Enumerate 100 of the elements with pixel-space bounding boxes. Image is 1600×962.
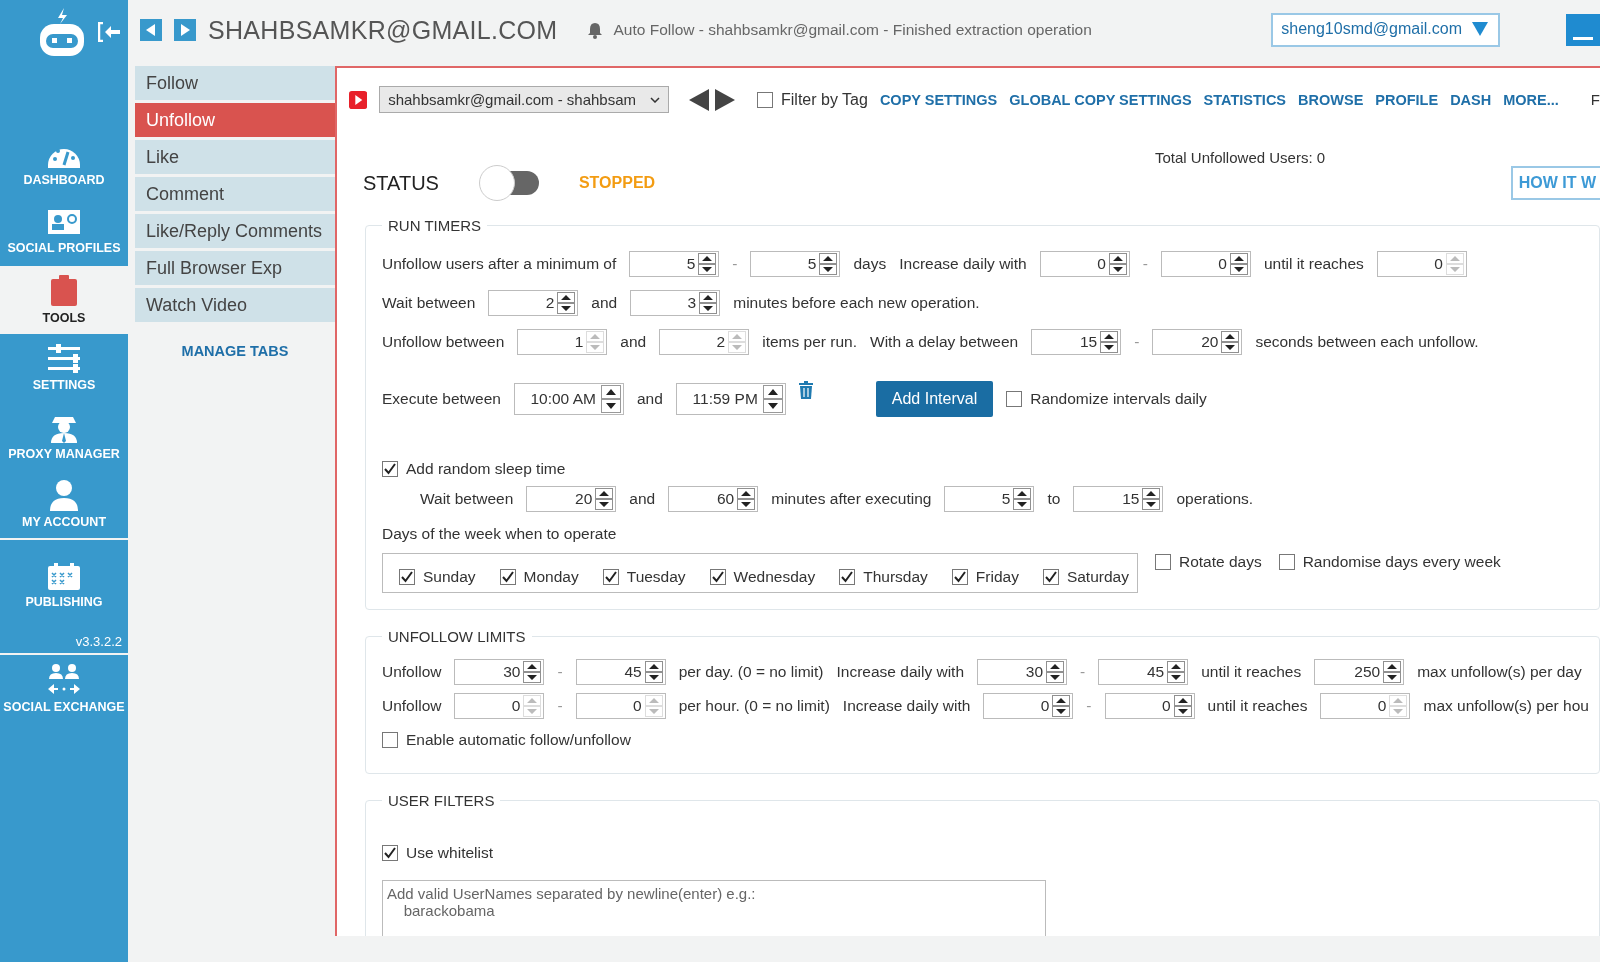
sidebar-item[interactable]: TOOLS — [0, 266, 128, 334]
checkbox[interactable] — [382, 844, 398, 861]
checkbox[interactable] — [1042, 569, 1059, 585]
time-field[interactable]: 11:59 PM — [675, 382, 786, 415]
checkbox[interactable] — [951, 569, 968, 585]
account-dropdown[interactable]: sheng10smd@gmail.com — [1271, 13, 1500, 47]
number-field[interactable]: 0 — [983, 693, 1074, 719]
dropdown-caret-icon — [1472, 22, 1488, 36]
toolbar-link[interactable]: COPY SETTINGS — [879, 91, 998, 108]
checkbox[interactable] — [399, 569, 415, 585]
toolbar-link[interactable]: GLOBAL COPY SETTINGS — [1009, 91, 1192, 108]
number-field[interactable]: 60 — [668, 486, 759, 512]
checkbox[interactable] — [709, 569, 726, 585]
toolbar-link[interactable]: PROFILE — [1375, 91, 1439, 108]
number-field[interactable]: 15 — [1073, 486, 1164, 512]
number-field[interactable]: 5 — [944, 486, 1035, 512]
checkbox-label[interactable]: Saturday — [1066, 568, 1129, 586]
up-down-arrows-icon[interactable] — [1100, 330, 1119, 353]
number-field[interactable]: 0 — [1160, 250, 1251, 277]
up-down-arrows-icon[interactable] — [1013, 488, 1032, 510]
number-field[interactable]: 0 — [1039, 250, 1130, 277]
up-down-arrows-icon[interactable] — [557, 291, 576, 314]
number-field[interactable]: 20 — [1152, 328, 1243, 355]
toolbar-link[interactable]: STATISTICS — [1203, 91, 1287, 108]
number-field[interactable]: 250 — [1314, 659, 1405, 685]
status-toggle[interactable] — [478, 165, 541, 201]
checkbox-label[interactable]: Filter by Tag — [781, 90, 868, 109]
checkbox-label[interactable]: Wednesday — [733, 568, 816, 586]
tab[interactable]: Watch Video — [135, 288, 335, 322]
checkbox[interactable] — [1154, 554, 1171, 570]
toolbar-link[interactable]: BROWSE — [1298, 91, 1364, 108]
checkbox[interactable] — [382, 732, 398, 748]
toolbar-link[interactable]: DASH — [1450, 91, 1492, 108]
tab[interactable]: Unfollow — [135, 103, 335, 137]
checkbox-label[interactable]: Randomise days every week — [1302, 553, 1501, 571]
up-down-arrows-icon[interactable] — [1142, 488, 1161, 510]
up-down-arrows-icon[interactable] — [1173, 695, 1192, 717]
up-down-arrows-icon[interactable] — [1046, 661, 1064, 683]
up-down-arrows-icon[interactable] — [819, 252, 838, 275]
previous-arrow-icon[interactable] — [689, 88, 709, 111]
checkbox-label[interactable]: Thursday — [863, 568, 928, 586]
checkbox-label[interactable]: Add random sleep time — [406, 460, 566, 478]
up-down-arrows-icon[interactable] — [600, 384, 621, 413]
up-down-arrows-icon[interactable] — [1108, 252, 1127, 275]
number-field[interactable]: 3 — [630, 289, 721, 316]
checkbox-label[interactable]: Friday — [975, 568, 1019, 586]
toolbar-link[interactable]: MORE... — [1503, 91, 1559, 108]
number-field[interactable]: 2 — [488, 289, 579, 316]
checkbox[interactable] — [1006, 390, 1023, 407]
checkbox-label[interactable]: Tuesday — [626, 568, 686, 586]
account-select[interactable]: shahbsamkr@gmail.com - shahbsam — [379, 86, 669, 113]
number-field[interactable]: 30 — [977, 659, 1067, 685]
number-field[interactable]: 30 — [454, 659, 545, 685]
section-title: RUN TIMERS — [387, 217, 483, 234]
manage-tabs-link[interactable]: MANAGE TABS — [181, 343, 289, 359]
number-field[interactable]: 20 — [526, 486, 617, 512]
trash-icon[interactable] — [798, 381, 813, 399]
checkbox[interactable] — [602, 569, 619, 585]
whitelist-text-area[interactable]: Add valid UserNames separated by newline(enter) e.g.: barackobama — [382, 880, 1046, 936]
checkbox-label[interactable]: Sunday — [423, 568, 476, 586]
checkbox-label[interactable]: Use whitelist — [406, 843, 493, 862]
field-label: Increase daily with — [836, 663, 964, 681]
number-field[interactable]: 5 — [750, 250, 841, 277]
number-field[interactable]: 45 — [575, 659, 666, 685]
tab[interactable]: Like — [135, 140, 335, 174]
number-field[interactable]: 5 — [629, 250, 720, 277]
number-field[interactable]: 15 — [1031, 328, 1122, 355]
tab[interactable]: Follow — [135, 66, 335, 100]
checkbox-label[interactable]: Enable automatic follow/unfollow — [406, 731, 631, 749]
checkbox[interactable] — [382, 461, 398, 477]
up-down-arrows-icon[interactable] — [1167, 661, 1186, 683]
number-field[interactable]: 0 — [1104, 693, 1195, 719]
up-down-arrows-icon[interactable] — [523, 661, 542, 683]
tab[interactable]: Comment — [135, 177, 335, 211]
checkbox-label[interactable]: Randomize intervals daily — [1030, 389, 1207, 408]
checkbox[interactable] — [499, 569, 516, 585]
up-down-arrows-icon[interactable] — [595, 488, 614, 510]
collapse-sidebar-icon[interactable] — [98, 22, 122, 42]
up-down-arrows-icon[interactable] — [737, 488, 756, 510]
next-arrow-icon[interactable] — [715, 88, 735, 111]
up-down-arrows-icon[interactable] — [1221, 330, 1240, 353]
checkbox[interactable] — [1278, 554, 1295, 570]
checkbox-label[interactable]: Monday — [523, 568, 579, 586]
toolbar-label: F — [1590, 91, 1600, 108]
tab[interactable]: Full Browser Exp — [135, 251, 335, 285]
up-down-arrows-icon[interactable] — [762, 384, 783, 413]
number-field[interactable]: 45 — [1098, 659, 1189, 685]
up-down-arrows-icon[interactable] — [699, 291, 718, 314]
up-down-arrows-icon[interactable] — [1383, 661, 1402, 683]
minimize-button[interactable] — [1566, 14, 1600, 46]
checkbox[interactable] — [839, 569, 856, 585]
up-down-arrows-icon[interactable] — [1052, 695, 1071, 717]
up-down-arrows-icon[interactable] — [644, 661, 663, 683]
add-interval-button[interactable]: Add Interval — [875, 380, 994, 417]
tab[interactable]: Like/Reply Comments — [135, 214, 335, 248]
up-down-arrows-icon[interactable] — [698, 252, 717, 275]
time-field[interactable]: 10:00 AM — [513, 382, 624, 415]
up-down-arrows-icon[interactable] — [1229, 252, 1248, 275]
checkbox[interactable] — [757, 91, 773, 108]
checkbox-label[interactable]: Rotate days — [1178, 553, 1262, 571]
